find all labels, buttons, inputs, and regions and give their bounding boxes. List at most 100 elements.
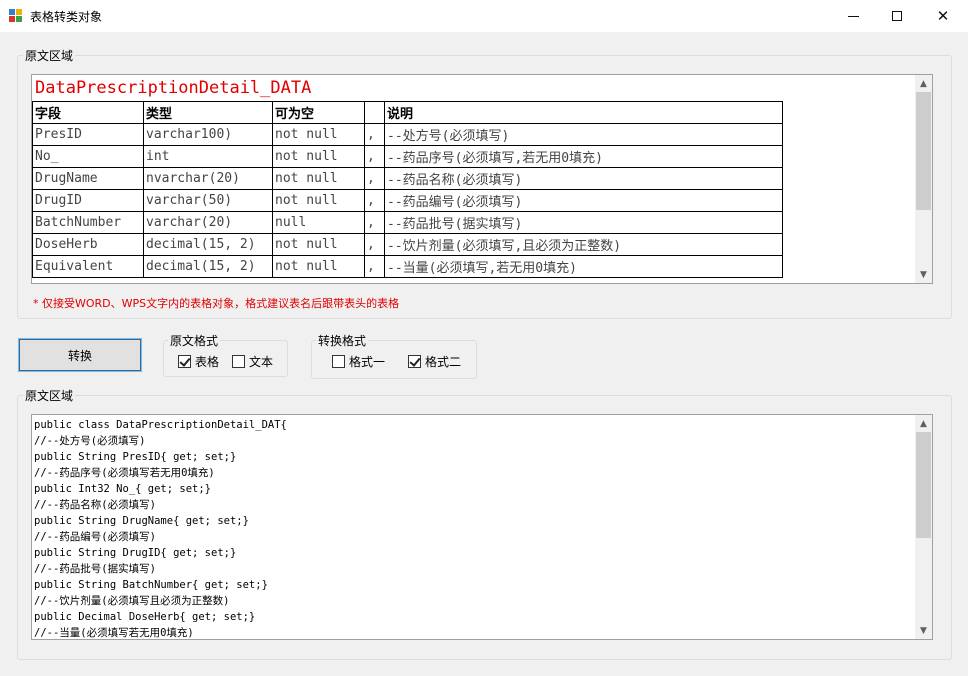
code-line: public class DataPrescriptionDetail_DAT{: [34, 419, 287, 431]
scroll-down-icon[interactable]: ▼: [915, 622, 932, 639]
field-name-cell: DrugName: [32, 167, 144, 190]
scroll-up-icon[interactable]: ▲: [915, 75, 932, 92]
checkbox-label: 格式二: [425, 355, 462, 369]
field-name-cell: PresID: [32, 123, 144, 146]
separator-cell: ,: [364, 145, 385, 168]
source-format-label: 原文格式: [168, 332, 221, 349]
code-line: public String BatchNumber{ get; set;}: [34, 579, 268, 591]
source-document-view[interactable]: DataPrescriptionDetail_DATA 字段 类型 可为空 说明…: [31, 74, 933, 284]
header-cell: 可为空: [272, 101, 365, 124]
separator-cell: ,: [364, 167, 385, 190]
field-name-cell: Equivalent: [32, 255, 144, 278]
table-row: DrugID varchar(50) not null , --药品编号(必须填…: [32, 189, 783, 212]
nullable-cell: not null: [272, 189, 365, 212]
separator-cell: ,: [364, 211, 385, 234]
field-type-cell: int: [143, 145, 273, 168]
output-code-textbox[interactable]: public class DataPrescriptionDetail_DAT{…: [31, 414, 933, 640]
table-row: PresID varchar100) not null , --处方号(必须填写…: [32, 123, 783, 146]
checkbox-format-one[interactable]: 格式一: [332, 353, 385, 370]
code-lines: public class DataPrescriptionDetail_DAT{…: [34, 417, 287, 639]
output-scrollbar[interactable]: ▲ ▼: [915, 415, 932, 639]
table-row: DrugName nvarchar(20) not null , --药品名称(…: [32, 167, 783, 190]
table-row: Equivalent decimal(15, 2) not null , --当…: [32, 255, 783, 278]
description-cell: --药品批号(据实填写): [384, 211, 783, 234]
code-line: //--当量(必须填写若无用0填充): [34, 627, 194, 639]
separator-cell: ,: [364, 123, 385, 146]
code-line: public Int32 No_{ get; set;}: [34, 483, 212, 495]
separator-cell: ,: [364, 189, 385, 212]
checkbox-unchecked-icon[interactable]: [232, 355, 245, 368]
title-bar[interactable]: 表格转类对象 ✕: [0, 0, 968, 32]
warning-text: * 仅接受WORD、WPS文字内的表格对象，格式建议表名后跟带表头的表格: [33, 297, 400, 310]
scroll-up-icon[interactable]: ▲: [915, 415, 932, 432]
nullable-cell: not null: [272, 167, 365, 190]
field-type-cell: nvarchar(20): [143, 167, 273, 190]
minimize-button[interactable]: [830, 0, 876, 32]
nullable-cell: not null: [272, 233, 365, 256]
nullable-cell: not null: [272, 145, 365, 168]
header-cell: 字段: [32, 101, 144, 124]
code-line: //--处方号(必须填写): [34, 435, 146, 447]
app-icon: [9, 9, 23, 23]
separator-cell: ,: [364, 233, 385, 256]
checkbox-table[interactable]: 表格: [178, 353, 219, 370]
code-line: public Decimal DoseHerb{ get; set;}: [34, 611, 256, 623]
nullable-cell: not null: [272, 123, 365, 146]
nullable-cell: null: [272, 211, 365, 234]
maximize-icon: [892, 11, 902, 21]
description-cell: --药品序号(必须填写,若无用0填充): [384, 145, 783, 168]
table-name-title: DataPrescriptionDetail_DATA: [35, 78, 312, 98]
source-group-label: 原文区域: [23, 47, 76, 64]
scroll-down-icon[interactable]: ▼: [915, 266, 932, 283]
code-line: //--药品名称(必须填写): [34, 499, 156, 511]
table-row: BatchNumber varchar(20) null , --药品批号(据实…: [32, 211, 783, 234]
field-name-cell: BatchNumber: [32, 211, 144, 234]
convert-button[interactable]: 转换: [18, 338, 142, 372]
maximize-button[interactable]: [874, 0, 920, 32]
scroll-thumb[interactable]: [916, 92, 931, 210]
code-line: public String DrugID{ get; set;}: [34, 547, 237, 559]
main-window: 表格转类对象 ✕ 原文区域 DataPrescriptionDetail_DAT…: [0, 0, 968, 676]
description-cell: --饮片剂量(必须填写,且必须为正整数): [384, 233, 783, 256]
checkbox-label: 表格: [195, 355, 220, 369]
output-group-label: 原文区域: [23, 387, 76, 404]
scroll-thumb[interactable]: [916, 432, 931, 538]
close-icon: ✕: [936, 7, 950, 25]
field-type-cell: varchar(20): [143, 211, 273, 234]
code-line: public String DrugName{ get; set;}: [34, 515, 249, 527]
table-header-row: 字段 类型 可为空 说明: [32, 101, 783, 124]
checkbox-label: 文本: [249, 355, 274, 369]
field-name-cell: DoseHerb: [32, 233, 144, 256]
close-button[interactable]: ✕: [920, 0, 966, 32]
description-cell: --处方号(必须填写): [384, 123, 783, 146]
minimize-icon: [847, 15, 859, 17]
field-name-cell: DrugID: [32, 189, 144, 212]
header-cell: [364, 101, 385, 124]
field-type-cell: decimal(15, 2): [143, 255, 273, 278]
header-cell: 类型: [143, 101, 273, 124]
table-row: No_ int not null , --药品序号(必须填写,若无用0填充): [32, 145, 783, 168]
description-cell: --药品名称(必须填写): [384, 167, 783, 190]
checkbox-text[interactable]: 文本: [232, 353, 273, 370]
field-type-cell: varchar(50): [143, 189, 273, 212]
field-name-cell: No_: [32, 145, 144, 168]
source-scrollbar[interactable]: ▲ ▼: [915, 75, 932, 283]
table-row: DoseHerb decimal(15, 2) not null , --饮片剂…: [32, 233, 783, 256]
fields-table: 字段 类型 可为空 说明 PresID varchar100) not null…: [32, 101, 783, 278]
checkbox-checked-icon[interactable]: [408, 355, 421, 368]
code-line: //--药品序号(必须填写若无用0填充): [34, 467, 215, 479]
field-type-cell: varchar100): [143, 123, 273, 146]
code-line: //--药品编号(必须填写): [34, 531, 156, 543]
field-type-cell: decimal(15, 2): [143, 233, 273, 256]
convert-format-label: 转换格式: [316, 332, 369, 349]
description-cell: --当量(必须填写,若无用0填充): [384, 255, 783, 278]
code-line: //--药品批号(据实填写): [34, 563, 156, 575]
code-line: //--饮片剂量(必须填写且必须为正整数): [34, 595, 230, 607]
header-cell: 说明: [384, 101, 783, 124]
checkbox-unchecked-icon[interactable]: [332, 355, 345, 368]
checkbox-format-two[interactable]: 格式二: [408, 353, 461, 370]
description-cell: --药品编号(必须填写): [384, 189, 783, 212]
nullable-cell: not null: [272, 255, 365, 278]
checkbox-checked-icon[interactable]: [178, 355, 191, 368]
code-line: public String PresID{ get; set;}: [34, 451, 237, 463]
